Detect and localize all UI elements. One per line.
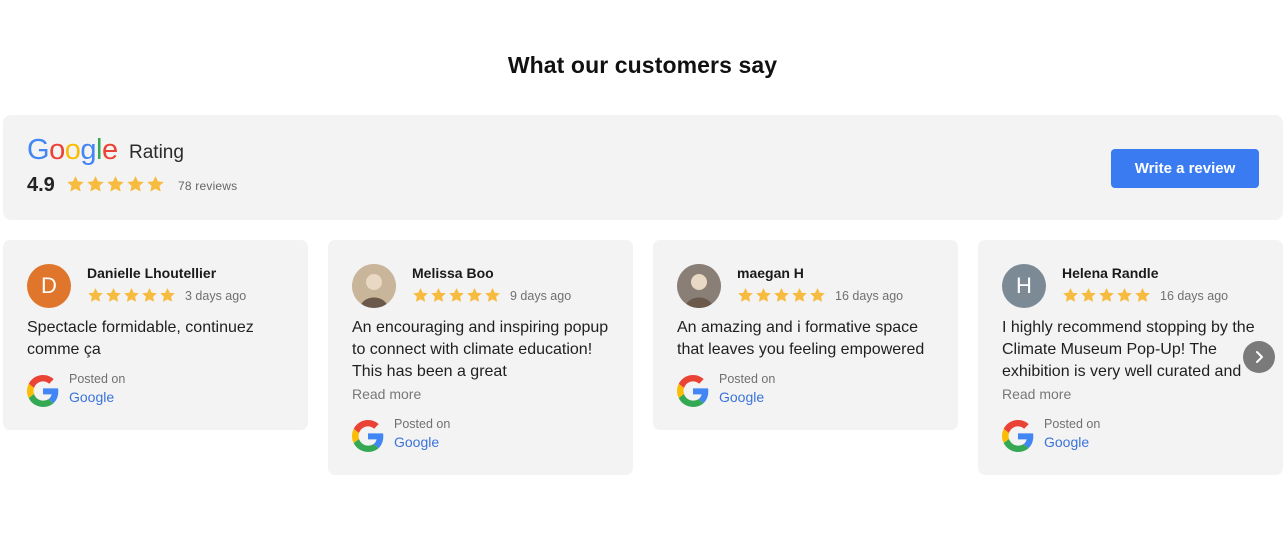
star-icon bbox=[485, 288, 500, 302]
google-logo: Google bbox=[27, 134, 118, 166]
avatar bbox=[677, 264, 721, 308]
star-icon bbox=[88, 288, 103, 302]
avatar: H bbox=[1002, 264, 1046, 308]
star-icon bbox=[413, 288, 428, 302]
review-stars bbox=[412, 287, 501, 304]
reviewer-name: maegan H bbox=[737, 265, 804, 281]
review-date: 9 days ago bbox=[510, 289, 572, 303]
review-card: H Helena Randle 16 days ago I highly recomm… bbox=[978, 240, 1283, 475]
review-date: 3 days ago bbox=[185, 289, 247, 303]
star-icon bbox=[67, 176, 84, 192]
review-stars bbox=[737, 287, 826, 304]
star-icon bbox=[127, 176, 144, 192]
star-icon bbox=[1135, 288, 1150, 302]
star-icon bbox=[87, 176, 104, 192]
google-g-icon bbox=[352, 420, 384, 452]
review-date: 16 days ago bbox=[835, 289, 904, 303]
google-g-icon bbox=[677, 375, 709, 407]
google-g-icon bbox=[27, 375, 59, 407]
star-icon bbox=[738, 288, 753, 302]
avatar bbox=[352, 264, 396, 308]
avatar-photo bbox=[352, 264, 396, 308]
posted-on-label: Posted on bbox=[69, 372, 126, 386]
star-icon bbox=[160, 288, 175, 302]
posted-source-link[interactable]: Google bbox=[394, 434, 439, 450]
read-more-link[interactable]: Read more bbox=[1002, 386, 1071, 402]
star-icon bbox=[449, 288, 464, 302]
avatar-letter: D bbox=[41, 273, 57, 298]
posted-source-link[interactable]: Google bbox=[1044, 434, 1089, 450]
star-icon bbox=[124, 288, 139, 302]
review-text: An encouraging and inspiring popup to co… bbox=[352, 319, 609, 380]
star-icon bbox=[1063, 288, 1078, 302]
star-icon bbox=[774, 288, 789, 302]
posted-on-label: Posted on bbox=[1044, 417, 1101, 431]
rating-score: 4.9 bbox=[27, 174, 55, 196]
chevron-right-icon bbox=[1256, 351, 1263, 363]
reviewer-name: Helena Randle bbox=[1062, 265, 1159, 281]
star-icon bbox=[792, 288, 807, 302]
star-icon bbox=[1081, 288, 1096, 302]
review-date: 16 days ago bbox=[1160, 289, 1229, 303]
posted-source-link[interactable]: Google bbox=[69, 389, 114, 405]
review-card: maegan H 16 days ago An amazing and i form… bbox=[653, 240, 958, 430]
star-icon bbox=[147, 176, 164, 192]
review-stars bbox=[87, 287, 176, 304]
review-text: An amazing and i formative space that le… bbox=[677, 319, 925, 358]
avatar-letter: H bbox=[1016, 273, 1032, 298]
write-review-button[interactable]: Write a review bbox=[1111, 149, 1259, 188]
review-stars bbox=[1062, 287, 1151, 304]
reviewer-name: Melissa Boo bbox=[412, 265, 494, 281]
rating-stars bbox=[66, 175, 165, 194]
avatar: D bbox=[27, 264, 71, 308]
star-icon bbox=[810, 288, 825, 302]
review-count: 78 reviews bbox=[178, 179, 238, 193]
rating-label: Rating bbox=[129, 142, 184, 163]
google-rating-summary: Google Rating 4.9 78 reviews Write a rev… bbox=[3, 115, 1283, 220]
google-g-icon bbox=[1002, 420, 1034, 452]
posted-source-link[interactable]: Google bbox=[719, 389, 764, 405]
star-icon bbox=[467, 288, 482, 302]
review-text: I highly recommend stopping by the Clima… bbox=[1002, 319, 1255, 380]
reviewer-name: Danielle Lhoutellier bbox=[87, 265, 217, 281]
posted-on-label: Posted on bbox=[394, 417, 451, 431]
avatar-photo bbox=[677, 264, 721, 308]
section-title: What our customers say bbox=[507, 52, 778, 78]
review-card: Melissa Boo 9 days ago An encouraging and … bbox=[328, 240, 633, 475]
star-icon bbox=[1099, 288, 1114, 302]
star-icon bbox=[142, 288, 157, 302]
star-icon bbox=[107, 176, 124, 192]
star-icon bbox=[106, 288, 121, 302]
read-more-link[interactable]: Read more bbox=[352, 386, 421, 402]
svg-text:Google: Google bbox=[27, 134, 118, 166]
star-icon bbox=[431, 288, 446, 302]
star-icon bbox=[1117, 288, 1132, 302]
review-card: D Danielle Lhoutellier 3 days ago Spectacle… bbox=[3, 240, 308, 430]
carousel-next-button[interactable] bbox=[1243, 341, 1275, 373]
posted-on-label: Posted on bbox=[719, 372, 776, 386]
review-text: Spectacle formidable, continuez comme ça bbox=[27, 319, 254, 358]
star-icon bbox=[756, 288, 771, 302]
